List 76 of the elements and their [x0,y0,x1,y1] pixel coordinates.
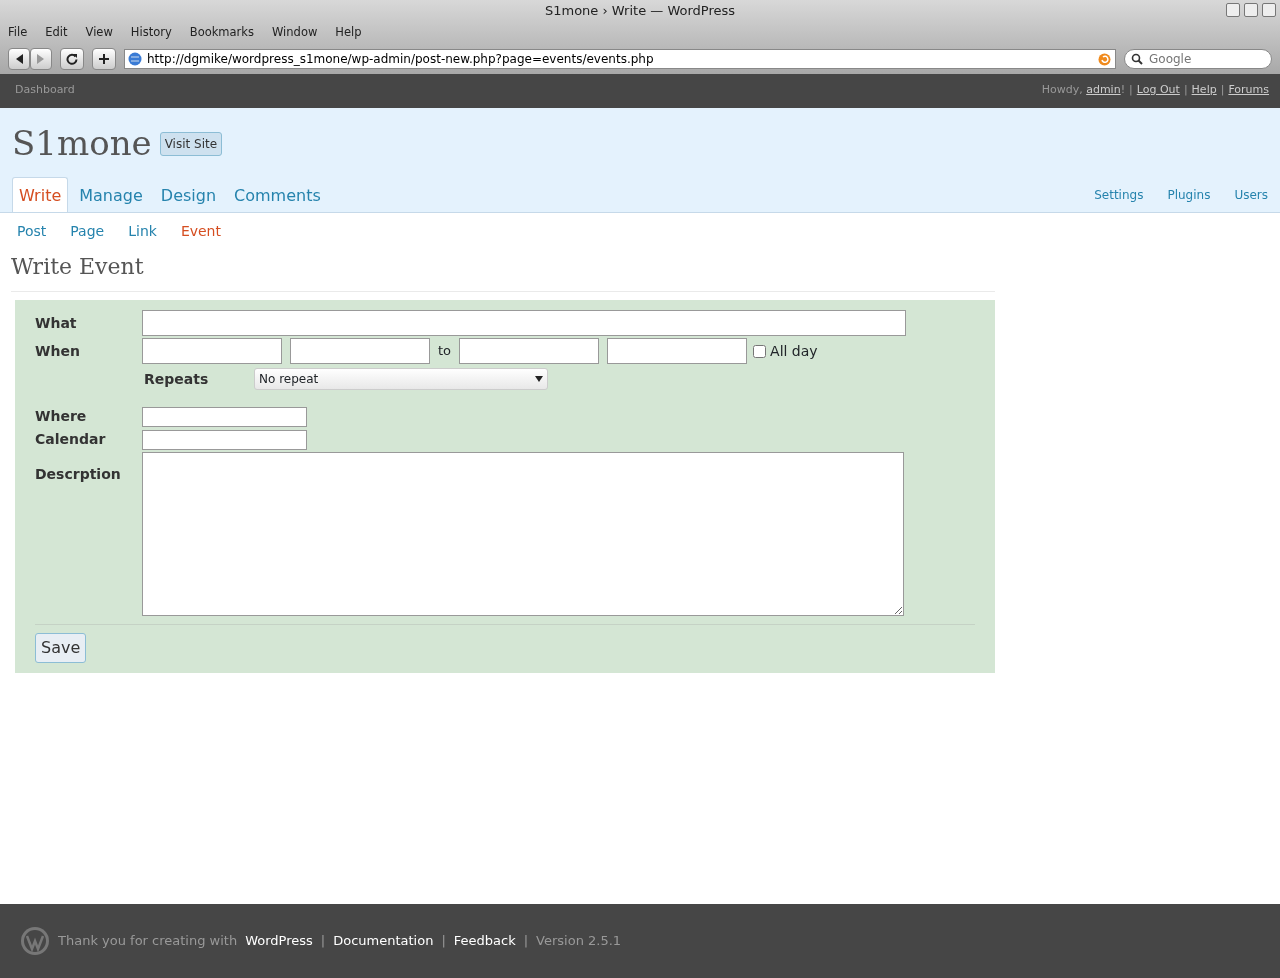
forward-arrow-icon [36,54,46,64]
site-title: S1mone [12,122,152,165]
checkbox-label: All day [770,341,818,361]
version-text: Version 2.5.1 [536,932,622,951]
field-label: Calendar [35,430,107,449]
end-time-field[interactable] [607,338,748,364]
menu-item[interactable]: Edit [45,24,68,42]
back-button[interactable] [8,48,30,70]
what-field[interactable] [142,310,906,336]
footer-link[interactable]: Feedback [453,931,516,951]
caret-icon [535,376,543,382]
header-link[interactable]: Log Out [1136,82,1180,108]
footer-text: Thank you for creating with [58,932,238,951]
sub-tab[interactable]: Link [128,221,157,242]
description-field[interactable] [142,452,904,616]
start-date-field[interactable] [142,338,282,364]
nav-tab[interactable]: Manage [72,177,150,212]
footer-link[interactable]: Documentation [333,931,434,951]
end-date-field[interactable] [459,338,600,364]
header-link[interactable]: Forums [1228,82,1269,108]
nav-tab[interactable]: Design [153,177,224,212]
greeting-text: Howdy, admin! [1041,82,1126,98]
reload-icon [66,53,78,65]
dashboard-link[interactable]: Dashboard [15,82,75,108]
separator: | [1220,82,1225,98]
wordpress-logo-icon [20,926,50,956]
back-arrow-icon [14,54,24,64]
sub-tab[interactable]: Post [17,221,47,242]
all-day-checkbox[interactable] [753,344,767,358]
minimize-button[interactable] [1226,3,1240,17]
calendar-field[interactable] [142,429,307,450]
address-field[interactable]: http://dgmike/wordpress_s1mone/wp-admin/post-new.php?page=events/events.php [124,49,1116,69]
search-icon [1131,53,1145,65]
nav-link[interactable]: Plugins [1167,186,1211,204]
header-link[interactable]: Help [1191,82,1217,108]
restore-button[interactable] [1244,3,1258,17]
globe-icon [128,52,142,66]
nav-link[interactable]: Settings [1094,186,1144,204]
where-field[interactable] [142,406,307,427]
save-button[interactable]: Save [35,633,87,663]
separator: | [523,932,529,951]
start-time-field[interactable] [290,338,430,364]
close-button[interactable] [1262,3,1276,17]
field-label: When [35,341,81,361]
to-text: to [438,342,452,361]
plus-icon [98,53,110,65]
footer-link[interactable]: WordPress [245,931,313,951]
refresh-feed-icon [1098,53,1111,66]
reload-button[interactable] [60,48,84,70]
field-label: Where [35,407,88,426]
separator: | [441,932,446,951]
visit-site-button[interactable]: Visit Site [159,131,223,156]
field-label: What [35,313,78,333]
separator: | [1129,82,1133,98]
menu-item[interactable]: History [130,24,172,42]
nav-tab[interactable]: Write [12,177,69,212]
separator: | [320,932,326,951]
nav-tab[interactable]: Comments [227,177,328,212]
menu-item[interactable]: View [85,24,113,42]
sub-tab[interactable]: Page [70,221,105,242]
user-link[interactable]: admin [1086,83,1121,96]
sub-tab[interactable]: Event [180,221,221,242]
menu-item[interactable]: Window [272,24,318,42]
menu-item[interactable]: File [8,24,28,42]
menu-item[interactable]: Bookmarks [189,24,254,42]
menu-item[interactable]: Help [335,24,362,42]
repeat-dropdown[interactable]: No repeat [254,368,548,390]
field-label: Descrption [35,465,122,484]
add-bookmark-button[interactable] [92,48,116,70]
page-heading: Write Event [11,253,145,281]
nav-link[interactable]: Users [1234,186,1268,204]
search-field[interactable]: Google [1124,49,1272,69]
field-label: Repeats [144,369,210,389]
separator: | [1183,82,1188,98]
dropdown-value: No repeat [259,371,319,388]
window-title: S1mone › Write — WordPress [544,2,736,21]
